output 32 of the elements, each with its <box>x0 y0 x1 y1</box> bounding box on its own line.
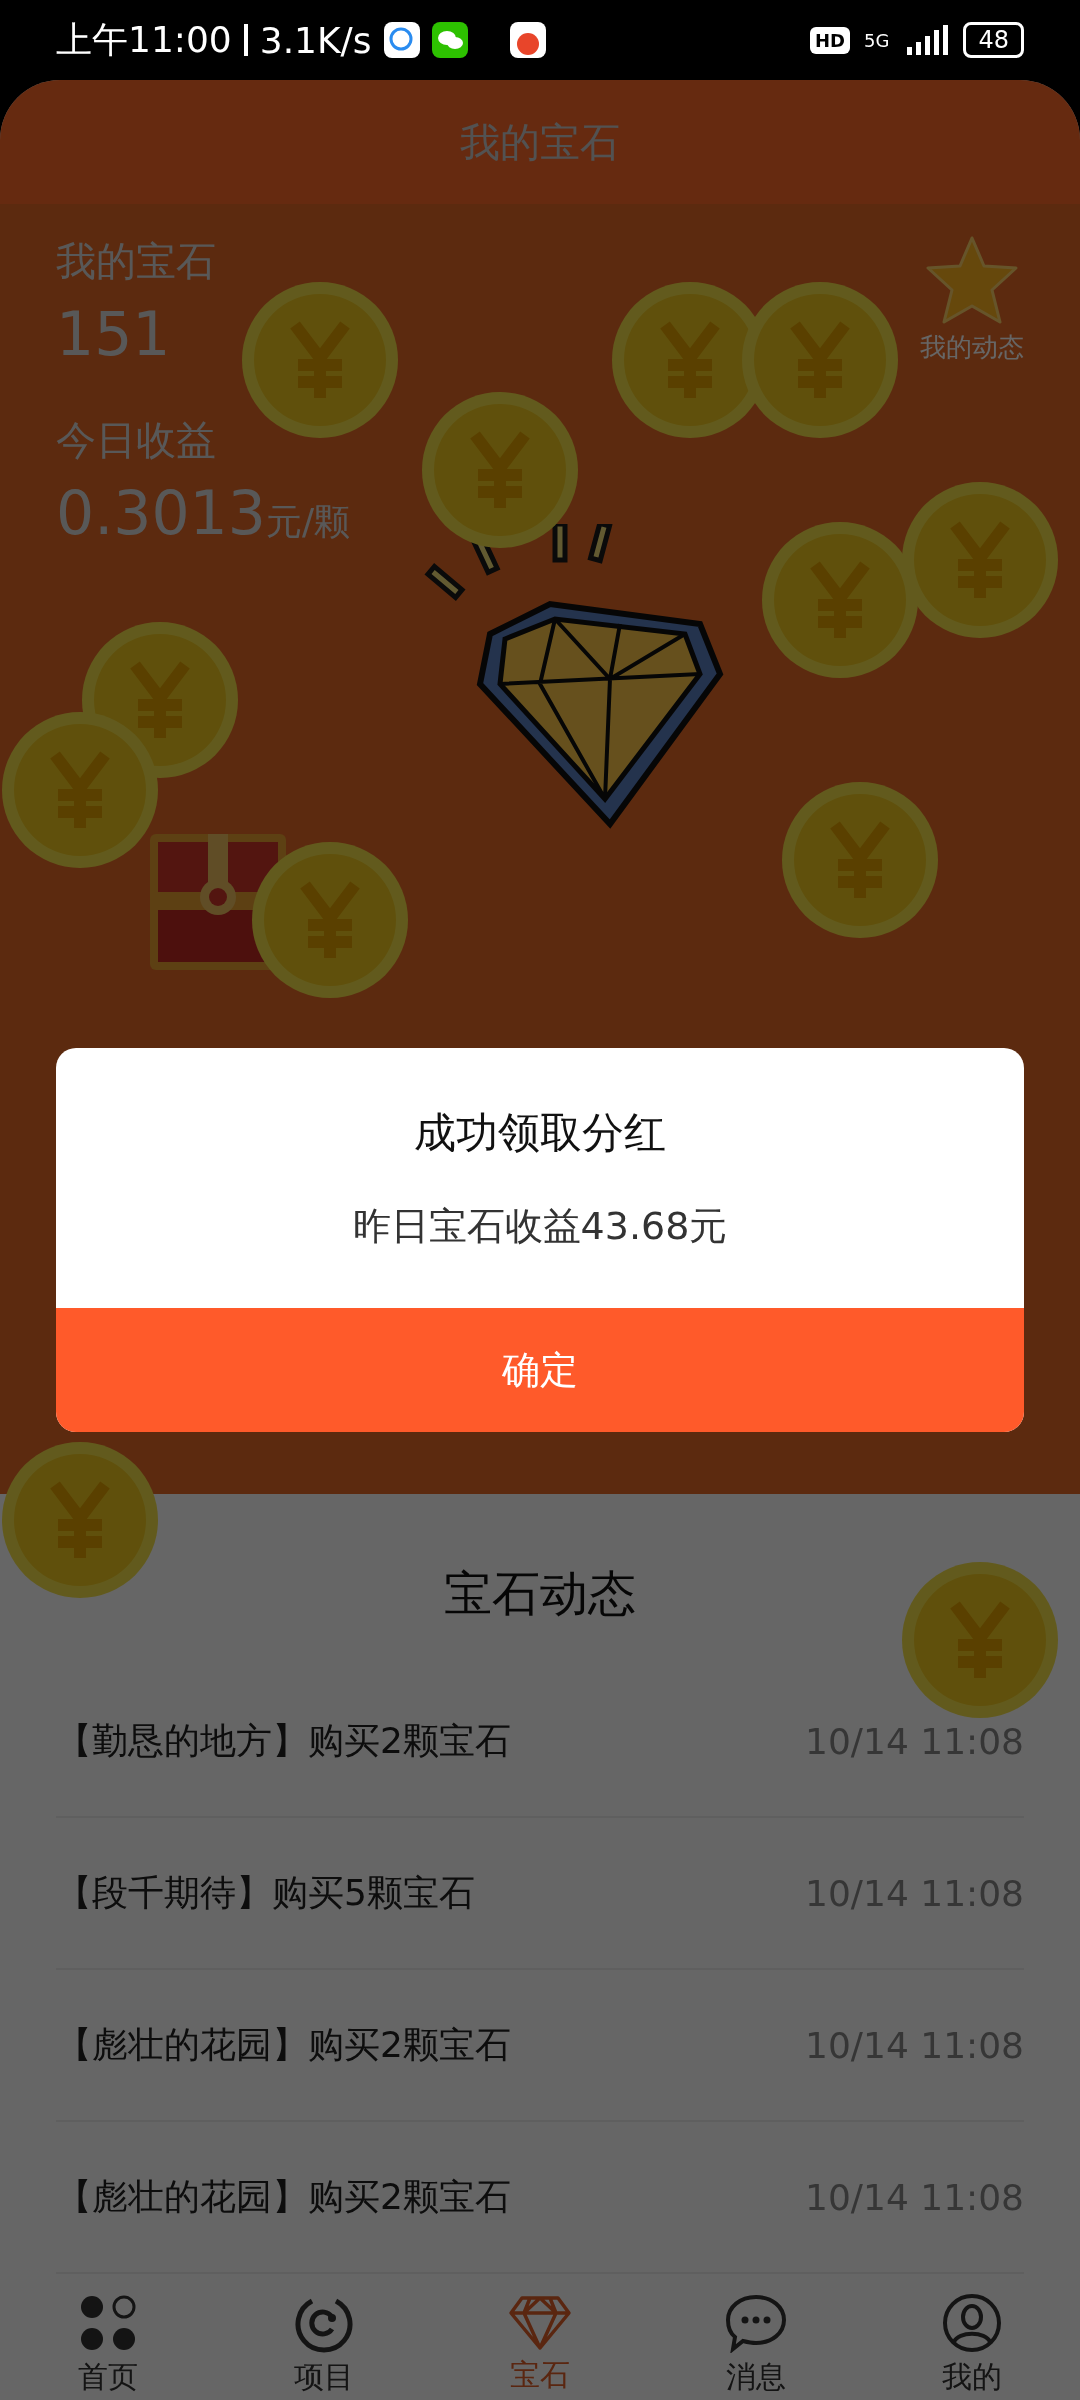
stat-label: 我的宝石 <box>56 237 217 286</box>
reader-app-icon <box>509 22 546 58</box>
dialog-title: 成功领取分红 <box>414 1106 666 1159</box>
purchase-entry: 【彪壮的花园】购买2颗宝石 <box>56 2174 511 2219</box>
dialog-message: 昨日宝石收益43.68元 <box>352 1202 728 1250</box>
status-time: 上午11:00 <box>56 17 232 62</box>
stat-value: 151 <box>56 299 171 369</box>
page-title: 我的宝石 <box>460 117 620 167</box>
star-icon[interactable] <box>924 234 1020 326</box>
chat-bubble-icon <box>725 2292 787 2353</box>
tab-item[interactable]: 首页 <box>0 2274 216 2400</box>
tab-item[interactable]: 宝石 <box>432 2274 648 2400</box>
purchase-entry: 【彪壮的花园】购买2颗宝石 <box>56 2022 511 2067</box>
confirm-button[interactable]: 确定 <box>56 1308 1024 1432</box>
stat-label: 今日收益 <box>56 416 217 465</box>
network-type: 5G <box>864 29 890 51</box>
tab-item[interactable]: 消息 <box>648 2274 864 2400</box>
section-title: 宝石动态 <box>444 1564 636 1623</box>
tab-item[interactable]: 项目 <box>216 2274 432 2400</box>
battery-level: 48 <box>963 22 1024 58</box>
profile-icon <box>942 2292 1002 2353</box>
tab-item[interactable]: 我的 <box>864 2274 1080 2400</box>
diamond-icon <box>508 2294 572 2351</box>
network-speed: 3.1K/s <box>259 19 372 61</box>
purchase-entry: 【段千期待】购买5颗宝石 <box>56 1870 475 1915</box>
hd-badge: HD <box>810 26 851 54</box>
activity-link[interactable]: 我的动态 <box>920 330 1024 365</box>
stat-value: 0.3013 <box>56 478 266 548</box>
purchase-entry: 【勤恳的地方】购买2颗宝石 <box>56 1718 511 1763</box>
stat-unit: 元/颗 <box>265 500 351 544</box>
messaging-app-icon <box>431 22 468 58</box>
chat-app-icon <box>383 22 420 58</box>
